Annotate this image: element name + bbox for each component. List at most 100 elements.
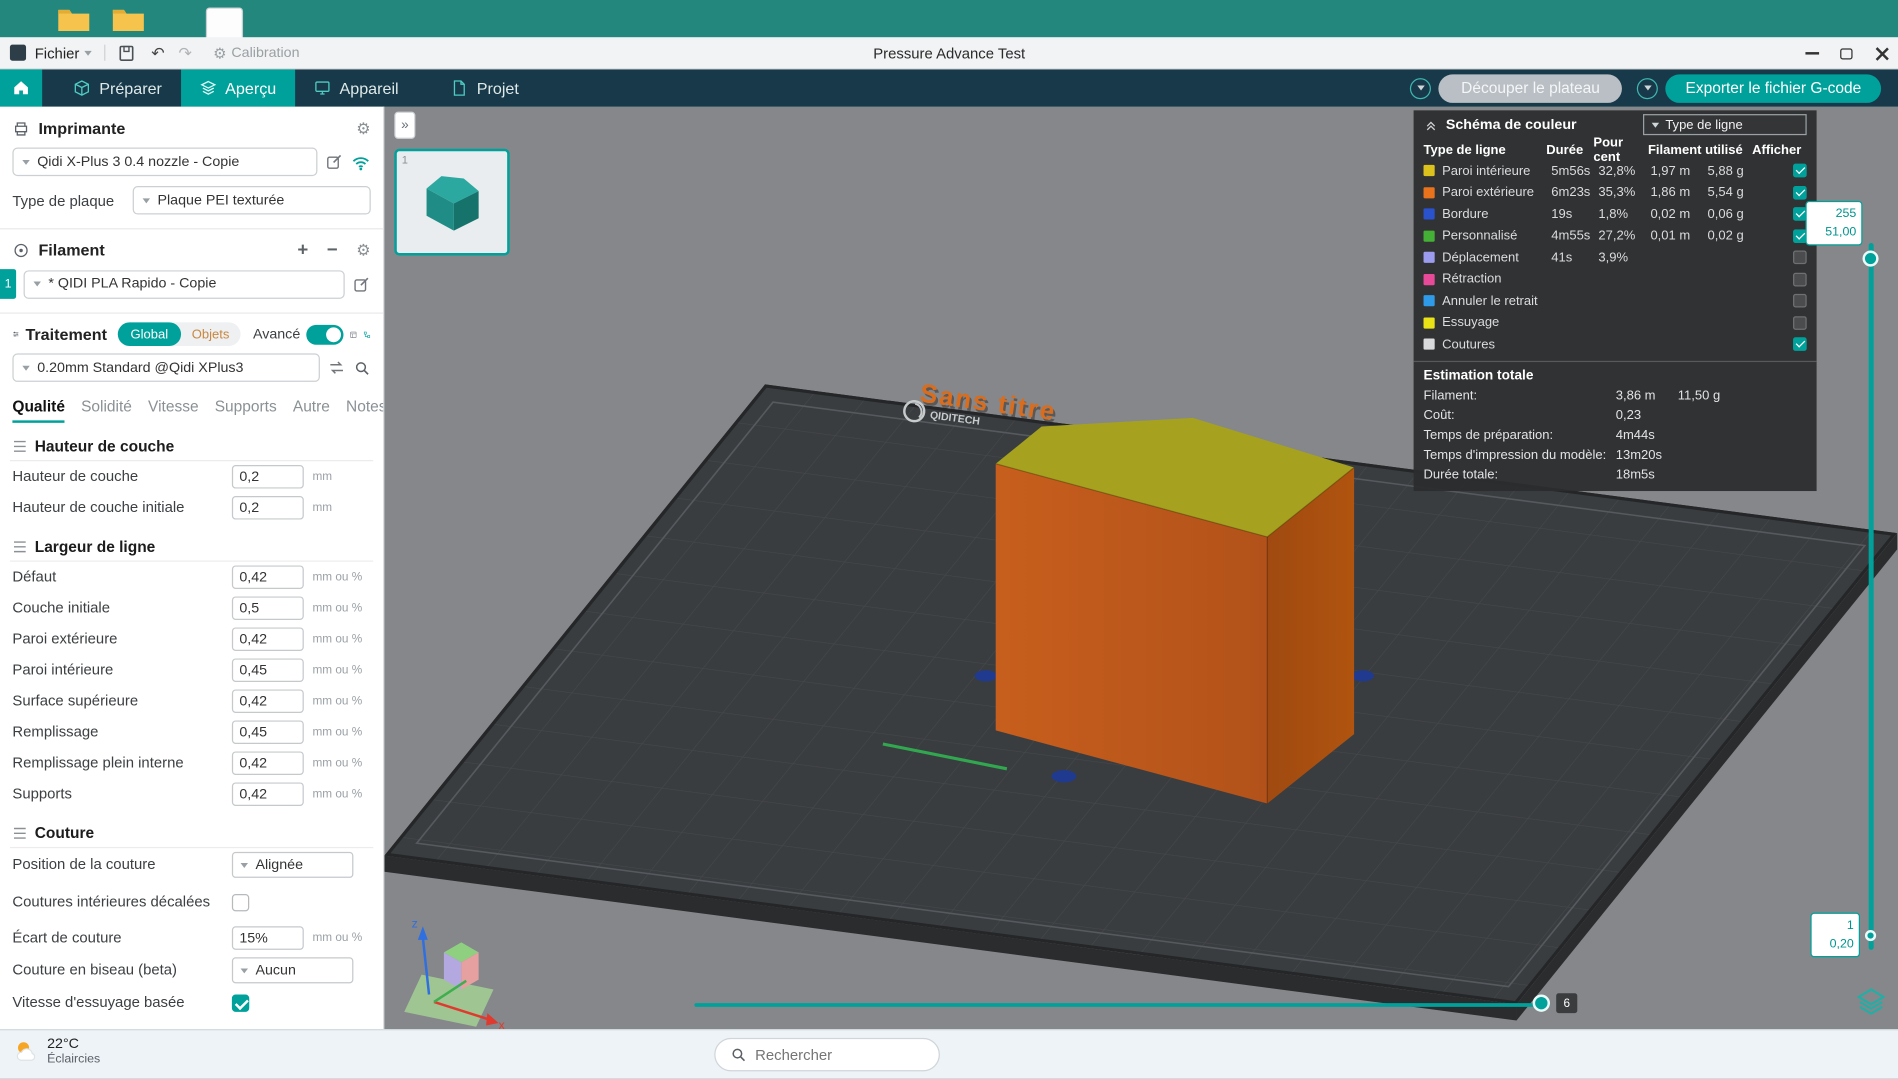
setting-input[interactable]: [231, 496, 304, 520]
line-type-visibility-checkbox[interactable]: [1793, 337, 1807, 352]
move-slider[interactable]: [694, 1003, 1550, 1007]
move-slider-handle[interactable]: [1532, 994, 1550, 1012]
legend-row: Coutures: [1414, 334, 1817, 356]
staggered-seams-checkbox[interactable]: [231, 893, 250, 911]
plate-type-select[interactable]: Plaque PEI texturée: [132, 186, 371, 215]
calibration-menu[interactable]: Calibration: [231, 45, 299, 60]
collapse-sidebar-button[interactable]: »: [394, 111, 416, 139]
slice-plate-button[interactable]: Découper le plateau: [1438, 73, 1623, 103]
tab-label: Préparer: [99, 78, 162, 98]
redo-icon[interactable]: ↷: [178, 43, 192, 63]
tab-quality[interactable]: Qualité: [12, 398, 65, 423]
process-flow-icon[interactable]: [363, 326, 371, 343]
viewport-3d[interactable]: QIDITECH Sans titre Sans titre x z » 1 S…: [384, 106, 1898, 1030]
process-preset-select[interactable]: 0.20mm Standard @Qidi XPlus3: [12, 353, 320, 382]
collapse-panel-icon[interactable]: [1424, 117, 1439, 132]
tab-project[interactable]: Projet: [432, 69, 537, 106]
scope-global-button[interactable]: Global: [118, 322, 181, 346]
line-type-swatch: [1423, 230, 1435, 242]
plate-thumbnail[interactable]: 1: [394, 148, 510, 256]
search-input[interactable]: [755, 1045, 917, 1064]
setting-input[interactable]: [231, 627, 304, 651]
undo-icon[interactable]: ↶: [151, 43, 165, 63]
tab-supports[interactable]: Supports: [215, 398, 277, 423]
home-button[interactable]: [0, 69, 43, 107]
export-gcode-button[interactable]: Exporter le fichier G-code: [1665, 73, 1882, 103]
filament-slot-badge[interactable]: 1: [0, 269, 17, 299]
orientation-gizmo[interactable]: x z: [404, 917, 505, 1030]
tab-speed[interactable]: Vitesse: [148, 398, 199, 423]
line-type-visibility-checkbox[interactable]: [1793, 315, 1807, 330]
line-type-visibility-checkbox[interactable]: [1793, 185, 1807, 200]
background-window[interactable]: [205, 7, 244, 40]
tab-strength[interactable]: Solidité: [81, 398, 132, 423]
setting-unit: mm ou %: [312, 570, 363, 585]
advanced-toggle[interactable]: [306, 324, 344, 345]
setting-input[interactable]: [231, 720, 304, 744]
taskbar-search[interactable]: [714, 1037, 940, 1072]
setting-input[interactable]: [231, 565, 304, 589]
process-section-title: Traitement: [25, 324, 107, 344]
calibration-gear-icon[interactable]: ⚙: [213, 45, 226, 60]
setting-label: Écart de couture: [12, 928, 122, 947]
printer-settings-gear-icon[interactable]: ⚙: [356, 120, 370, 136]
file-menu[interactable]: Fichier: [35, 44, 80, 61]
tab-device[interactable]: Appareil: [295, 69, 417, 106]
weather-widget[interactable]: 22°C Éclaircies: [12, 1035, 100, 1068]
compare-presets-icon[interactable]: [327, 360, 346, 376]
search-icon: [732, 1048, 746, 1062]
add-filament-button[interactable]: +: [297, 241, 308, 260]
setting-input[interactable]: [231, 751, 304, 775]
close-button[interactable]: [1864, 37, 1898, 69]
edit-filament-icon[interactable]: [352, 275, 371, 294]
setting-input[interactable]: [231, 658, 304, 682]
save-project-icon[interactable]: [118, 44, 135, 61]
seam-position-select[interactable]: Alignée: [231, 851, 354, 878]
scarf-seam-select[interactable]: Aucun: [231, 957, 354, 984]
maximize-button[interactable]: [1829, 37, 1864, 69]
layer-slider[interactable]: [1868, 243, 1874, 950]
setting-input[interactable]: [231, 596, 304, 620]
setting-input[interactable]: [231, 689, 304, 713]
group-icon: [13, 541, 26, 553]
line-type-swatch: [1423, 165, 1435, 177]
line-type-percent: 35,3%: [1598, 185, 1636, 200]
layers-view-button[interactable]: [1855, 986, 1887, 1018]
top-layer-number: 255: [1835, 207, 1857, 221]
line-type-visibility-checkbox[interactable]: [1793, 272, 1807, 287]
tab-prepare[interactable]: Préparer: [55, 69, 181, 106]
chevron-down-icon: [22, 365, 30, 371]
line-type-visibility-checkbox[interactable]: [1793, 294, 1807, 308]
group-title: Largeur de ligne: [34, 538, 156, 556]
setting-input[interactable]: [231, 926, 304, 950]
view-type-select[interactable]: Type de ligne: [1643, 114, 1807, 136]
export-options-dropdown[interactable]: [1637, 77, 1659, 99]
tab-notes[interactable]: Notes: [346, 398, 383, 423]
minimize-button[interactable]: [1794, 37, 1829, 69]
line-type-visibility-checkbox[interactable]: [1793, 163, 1807, 178]
parameter-table-icon[interactable]: [350, 326, 357, 343]
setting-input[interactable]: [231, 782, 304, 806]
tab-other[interactable]: Autre: [293, 398, 330, 423]
printer-connection-wifi-icon[interactable]: [351, 153, 371, 170]
printer-select[interactable]: Qidi X-Plus 3 0.4 nozzle - Copie: [12, 147, 318, 177]
wipe-speed-checkbox[interactable]: [231, 993, 250, 1012]
desktop-folder-icon[interactable]: [112, 5, 145, 32]
filament-select[interactable]: * QIDI PLA Rapido - Copie: [23, 269, 345, 299]
filament-settings-gear-icon[interactable]: ⚙: [356, 242, 370, 258]
line-type-visibility-checkbox[interactable]: [1793, 250, 1807, 265]
desktop-folder-icon[interactable]: [57, 5, 90, 32]
edit-printer-icon[interactable]: [325, 153, 344, 172]
scope-objects-button[interactable]: Objets: [181, 327, 241, 342]
layer-slider-bottom-handle[interactable]: [1864, 930, 1877, 942]
plate-thumbnail-model: [426, 176, 479, 231]
search-parameters-icon[interactable]: [353, 359, 370, 376]
remove-filament-button[interactable]: −: [327, 241, 338, 260]
setting-input[interactable]: [231, 465, 304, 489]
file-menu-caret-icon[interactable]: [84, 50, 92, 56]
slice-options-dropdown[interactable]: [1410, 77, 1432, 99]
svg-text:x: x: [498, 1018, 505, 1029]
layer-slider-top-handle[interactable]: [1862, 250, 1879, 267]
tab-preview[interactable]: Aperçu: [180, 69, 295, 107]
col-duration: Durée: [1546, 141, 1584, 157]
